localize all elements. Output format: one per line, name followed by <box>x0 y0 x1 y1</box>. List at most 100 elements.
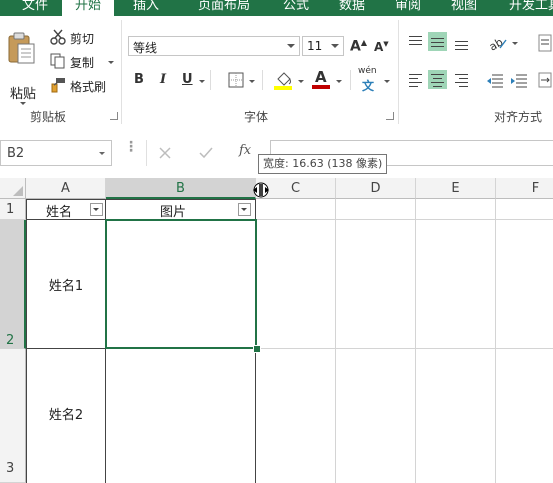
copy-label: 复制 <box>70 56 95 70</box>
filter-dropdown-a[interactable] <box>90 203 103 216</box>
chevron-down-icon[interactable] <box>336 80 342 83</box>
paste-label: 粘贴 <box>10 87 37 102</box>
underline-button[interactable]: U <box>182 72 193 87</box>
align-top-button[interactable] <box>406 32 425 51</box>
paste-button[interactable]: 粘贴 <box>4 32 40 105</box>
font-size-value: 11 <box>307 39 323 53</box>
tab-review[interactable]: 审阅 <box>384 0 432 16</box>
font-color-button[interactable]: A <box>312 68 330 90</box>
enter-icon[interactable] <box>199 147 213 159</box>
copy-icon <box>50 53 65 69</box>
shrink-font-icon: A <box>374 40 384 54</box>
fill-handle[interactable] <box>253 345 261 353</box>
cell-b1[interactable]: 图片 <box>106 201 240 220</box>
group-divider <box>121 20 122 124</box>
align-bottom-button[interactable] <box>452 32 471 51</box>
column-header-e[interactable]: E <box>416 178 496 199</box>
filter-dropdown-b[interactable] <box>238 203 251 216</box>
grow-font-button[interactable]: A▲ <box>350 38 367 55</box>
column-header-b[interactable]: B <box>106 178 256 199</box>
column-header-f[interactable]: F <box>496 178 553 199</box>
ribbon-home: 粘贴 剪切 复制 格式刷 剪贴板 等线 11 A▲ A▼ B I U A wén… <box>0 16 553 129</box>
select-all-corner[interactable] <box>0 178 26 199</box>
tab-view[interactable]: 视图 <box>440 0 488 16</box>
dialog-launcher-icon[interactable] <box>386 112 394 120</box>
divider <box>350 70 351 90</box>
grow-font-icon: A <box>350 38 361 55</box>
font-name-value: 等线 <box>133 41 158 55</box>
gridline <box>256 348 553 349</box>
gridline <box>335 199 336 483</box>
shrink-font-button[interactable]: A▼ <box>374 40 389 54</box>
formula-bar-grip[interactable]: ⋮ <box>124 140 138 154</box>
divider <box>262 70 263 90</box>
dialog-launcher-icon[interactable] <box>110 112 118 120</box>
phonetic-button[interactable]: wén 文 <box>356 66 384 93</box>
chevron-down-icon[interactable] <box>20 102 26 105</box>
gridline <box>495 199 496 483</box>
chevron-down-icon <box>331 44 339 48</box>
tab-insert[interactable]: 插入 <box>122 0 170 16</box>
column-header-d[interactable]: D <box>336 178 416 199</box>
align-left-button[interactable] <box>406 70 425 89</box>
tab-formulas[interactable]: 公式 <box>272 0 320 16</box>
italic-button[interactable]: I <box>160 72 166 87</box>
tab-page-layout[interactable]: 页面布局 <box>184 0 264 16</box>
cut-button[interactable]: 剪切 <box>50 28 110 48</box>
divider <box>210 70 211 90</box>
fill-color-icon[interactable] <box>274 69 294 91</box>
column-width-tooltip: 宽度: 16.63 (138 像素) <box>258 154 388 174</box>
tab-data[interactable]: 数据 <box>328 0 376 16</box>
ribbon-tab-bar: 文件 开始 插入 页面布局 公式 数据 审阅 视图 开发工具 <box>0 0 553 16</box>
align-right-button[interactable] <box>452 70 471 89</box>
align-middle-button[interactable] <box>428 32 447 51</box>
chevron-down-icon[interactable] <box>298 80 304 83</box>
wrap-text-icon[interactable] <box>538 34 552 52</box>
name-box[interactable]: B2 <box>0 140 112 166</box>
row-header-2[interactable]: 2 <box>0 220 26 349</box>
font-size-select[interactable]: 11 <box>302 36 344 56</box>
tab-home[interactable]: 开始 <box>62 0 114 16</box>
chevron-down-icon[interactable] <box>512 42 518 45</box>
tab-developer[interactable]: 开发工具 <box>500 0 553 16</box>
chevron-down-icon[interactable] <box>249 80 255 83</box>
phonetic-label: wén <box>358 66 377 76</box>
tab-file[interactable]: 文件 <box>8 0 62 16</box>
clipboard-group-label: 剪贴板 <box>30 110 67 124</box>
copy-button[interactable]: 复制 <box>50 52 118 72</box>
row-header-3[interactable]: 3 <box>0 349 26 483</box>
cell-a2[interactable]: 姓名1 <box>26 275 106 294</box>
insert-function-icon[interactable]: fx <box>239 143 251 158</box>
chevron-down-icon[interactable] <box>384 80 390 83</box>
name-box-value: B2 <box>7 146 25 161</box>
borders-icon[interactable] <box>228 72 244 88</box>
cell-a1[interactable]: 姓名 <box>26 201 92 220</box>
merge-center-icon[interactable] <box>538 72 552 88</box>
font-color-swatch <box>312 85 330 89</box>
active-cell-b2[interactable] <box>105 219 257 349</box>
format-painter-button[interactable]: 格式刷 <box>50 76 114 96</box>
cell-a3[interactable]: 姓名2 <box>26 404 106 423</box>
alignment-group-label: 对齐方式 <box>494 110 543 124</box>
align-center-button[interactable] <box>428 70 447 89</box>
chevron-down-icon <box>287 44 295 48</box>
decrease-indent-icon[interactable] <box>486 72 504 88</box>
column-header-a[interactable]: A <box>26 178 106 199</box>
font-group-label: 字体 <box>244 110 269 124</box>
format-painter-label: 格式刷 <box>70 80 107 94</box>
resize-cursor-icon <box>253 182 269 198</box>
chevron-down-icon[interactable] <box>108 61 114 64</box>
row-header-1[interactable]: 1 <box>0 199 26 220</box>
cancel-icon[interactable] <box>159 147 171 159</box>
chevron-down-icon[interactable] <box>99 152 105 155</box>
chevron-down-icon[interactable] <box>199 80 205 83</box>
increase-indent-icon[interactable] <box>510 72 528 88</box>
cut-label: 剪切 <box>70 32 95 46</box>
gridline <box>256 219 553 220</box>
orientation-icon[interactable]: ab <box>488 34 508 52</box>
scissors-icon <box>50 29 66 45</box>
font-name-select[interactable]: 等线 <box>128 36 300 56</box>
bold-button[interactable]: B <box>134 72 144 87</box>
filter-icon <box>93 208 99 211</box>
font-color-icon: A <box>315 68 327 86</box>
